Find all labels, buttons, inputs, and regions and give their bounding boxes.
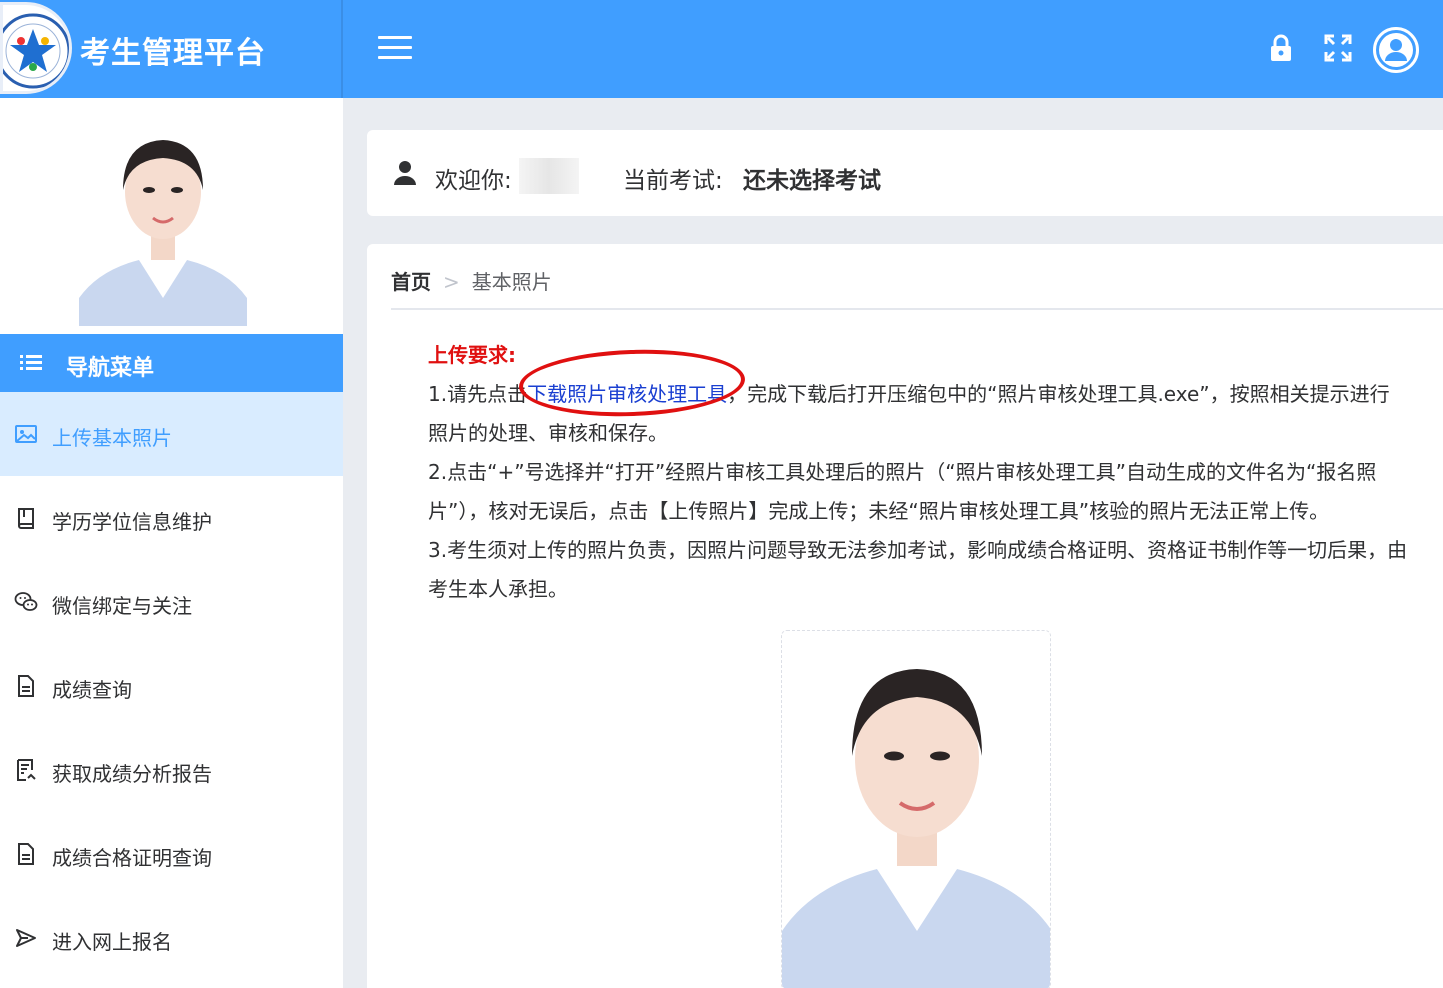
menu-toggle-icon[interactable]: [378, 36, 412, 64]
sidebar-item-label: 学历学位信息维护: [52, 510, 212, 534]
breadcrumb-separator-icon: >: [443, 270, 460, 294]
requirement-line-1-prefix: 1.请先点击: [428, 382, 528, 406]
requirement-line-1: 1.请先点击下载照片审核处理工具，完成下载后打开压缩包中的“照片审核处理工具.e…: [428, 375, 1408, 453]
photo-upload-area[interactable]: [781, 630, 1051, 988]
sidebar-item-label: 成绩查询: [52, 678, 132, 702]
book-icon: [18, 508, 34, 529]
welcome-card: 欢迎你: 当前考试: 还未选择考试: [367, 130, 1443, 216]
divider: [391, 308, 1443, 310]
requirement-line-2: 2.点击“+”号选择并“打开”经照片审核工具处理后的照片（“照片审核处理工具”自…: [428, 460, 1377, 523]
document-icon: [18, 843, 34, 865]
brand-area: 考生管理平台: [0, 0, 343, 98]
sidebar-item-label: 获取成绩分析报告: [52, 762, 212, 786]
current-exam-value: 还未选择考试: [743, 168, 881, 194]
sidebar-item-online-registration[interactable]: 进入网上报名: [0, 896, 343, 980]
sidebar-item-education-info[interactable]: 学历学位信息维护: [0, 476, 343, 560]
sidebar-item-score-report[interactable]: 获取成绩分析报告: [0, 728, 343, 812]
current-exam-label: 当前考试:: [623, 168, 723, 194]
wechat-icon: [14, 592, 38, 611]
requirements-title: 上传要求:: [428, 343, 516, 367]
main-content-card: 首页 > 基本照片 上传要求: 1.请先点击下载照片审核处理工具，完成下载后打开压缩…: [367, 244, 1443, 988]
list-icon: [20, 355, 42, 370]
app-title: 考生管理平台: [80, 36, 266, 71]
sidebar-item-label: 上传基本照片: [52, 426, 172, 450]
breadcrumb-current: 基本照片: [471, 270, 552, 294]
nav-menu-title: 导航菜单: [66, 356, 155, 381]
download-tool-link[interactable]: 下载照片审核处理工具: [527, 382, 727, 406]
lock-icon[interactable]: [1268, 34, 1294, 66]
user-avatar-icon[interactable]: [1373, 27, 1419, 73]
sidebar-item-label: 微信绑定与关注: [52, 594, 192, 618]
logo: [0, 2, 72, 94]
send-icon: [16, 929, 36, 947]
uploaded-photo: [782, 631, 1050, 988]
sidebar-item-label: 成绩合格证明查询: [52, 846, 212, 870]
breadcrumb-home[interactable]: 首页: [391, 270, 431, 294]
fullscreen-icon[interactable]: [1324, 34, 1352, 66]
sidebar-item-label: 进入网上报名: [52, 930, 172, 954]
candidate-photo-thumbnail: [79, 120, 247, 326]
user-name-blurred: [519, 158, 579, 194]
requirement-line-3: 3.考生须对上传的照片负责，因照片问题导致无法参加考试，影响成绩合格证明、资格证…: [428, 538, 1408, 601]
breadcrumb: 首页 > 基本照片: [391, 266, 552, 295]
sidebar: 导航菜单 上传基本照片 学历学位信息维护 微信绑定与关注 成绩查询 获取成绩分析…: [0, 98, 343, 988]
upload-requirements: 上传要求: 1.请先点击下载照片审核处理工具，完成下载后打开压缩包中的“照片审核…: [428, 336, 1408, 609]
sidebar-item-score-query[interactable]: 成绩查询: [0, 644, 343, 728]
sidebar-item-upload-photo[interactable]: 上传基本照片: [0, 392, 343, 476]
welcome-greeting: 欢迎你:: [435, 168, 512, 194]
nav-menu-header: 导航菜单: [0, 334, 343, 392]
top-bar: 考生管理平台: [0, 0, 1443, 98]
sidebar-item-wechat-binding[interactable]: 微信绑定与关注: [0, 560, 343, 644]
image-icon: [15, 425, 37, 443]
document-icon: [18, 675, 34, 697]
report-icon: [17, 759, 36, 781]
user-icon: [394, 161, 416, 185]
sidebar-item-certificate-query[interactable]: 成绩合格证明查询: [0, 812, 343, 896]
